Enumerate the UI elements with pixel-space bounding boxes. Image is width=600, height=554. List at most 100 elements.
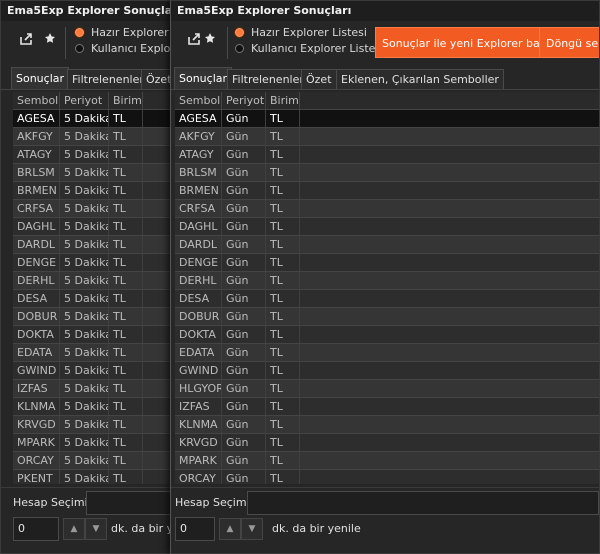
table-row[interactable]: MPARK 5 Dakika TL bbox=[13, 434, 173, 452]
tab-filtered[interactable]: Filtrelenenler bbox=[227, 69, 309, 89]
table-row[interactable]: DENGE Gün TL bbox=[175, 254, 599, 272]
table-row[interactable]: EDATA Gün TL bbox=[175, 344, 599, 362]
table-row[interactable]: IZFAS Gün TL bbox=[175, 398, 599, 416]
table-row[interactable]: PKENT 5 Dakika TL bbox=[13, 470, 173, 484]
table-row[interactable]: AKFGY Gün TL bbox=[175, 128, 599, 146]
account-select[interactable] bbox=[247, 491, 599, 515]
start-new-explorer-button[interactable]: Sonuçlar ile yeni Explorer başlat bbox=[375, 27, 567, 58]
column-header-symbol[interactable]: Sembol bbox=[175, 92, 222, 109]
table-row[interactable]: DOBUR Gün TL bbox=[175, 308, 599, 326]
radio-user-explorer[interactable]: Kullanıcı Explore bbox=[75, 42, 181, 55]
cell-period: 5 Dakika bbox=[60, 128, 109, 145]
results-grid[interactable]: Sembol Periyot Birim AGESA 5 Dakika TL AKFG… bbox=[13, 92, 173, 484]
table-row[interactable]: EDATA 5 Dakika TL bbox=[13, 344, 173, 362]
chevron-down-icon[interactable]: ▼ bbox=[85, 518, 107, 540]
grid-header: Sembol Periyot Birim bbox=[13, 92, 173, 110]
cell-unit: TL bbox=[109, 200, 143, 217]
loop-button[interactable]: Döngü sem bbox=[539, 27, 599, 58]
results-grid[interactable]: Sembol Periyot Birim AGESA Gün TL AKFGY Gün T… bbox=[175, 92, 599, 484]
table-row[interactable]: MPARK Gün TL bbox=[175, 452, 599, 470]
table-row[interactable]: DOBUR 5 Dakika TL bbox=[13, 308, 173, 326]
cell-symbol: DOKTA bbox=[13, 326, 60, 343]
tab-results[interactable]: Sonuçlar bbox=[11, 67, 70, 89]
table-row[interactable]: BRMEN Gün TL bbox=[175, 182, 599, 200]
cell-symbol: AKFGY bbox=[13, 128, 60, 145]
chevron-up-icon[interactable]: ▲ bbox=[219, 518, 241, 540]
table-row[interactable]: ORCAY Gün TL bbox=[175, 470, 599, 484]
cell-period: 5 Dakika bbox=[60, 470, 109, 484]
interval-input[interactable]: 0 bbox=[175, 517, 215, 541]
table-row[interactable]: KLNMA Gün TL bbox=[175, 416, 599, 434]
table-row[interactable]: DOKTA Gün TL bbox=[175, 326, 599, 344]
table-row[interactable]: DOKTA 5 Dakika TL bbox=[13, 326, 173, 344]
cell-symbol: MPARK bbox=[175, 452, 222, 469]
radio-ready-explorer[interactable]: Hazır Explorer Li bbox=[75, 26, 181, 39]
cell-period: Gün bbox=[222, 254, 266, 271]
window-title: Ema5Exp Explorer Sonuçları bbox=[171, 1, 599, 22]
cell-period: 5 Dakika bbox=[60, 398, 109, 415]
table-row[interactable]: ATAGY 5 Dakika TL bbox=[13, 146, 173, 164]
table-row[interactable]: KRVGD 5 Dakika TL bbox=[13, 416, 173, 434]
table-row[interactable]: DERHL 5 Dakika TL bbox=[13, 272, 173, 290]
table-row[interactable]: AGESA Gün TL bbox=[175, 110, 599, 128]
cell-period: 5 Dakika bbox=[60, 236, 109, 253]
table-row[interactable]: ATAGY Gün TL bbox=[175, 146, 599, 164]
table-row[interactable]: DAGHL 5 Dakika TL bbox=[13, 218, 173, 236]
cell-symbol: BRLSM bbox=[13, 164, 60, 181]
cell-period: Gün bbox=[222, 344, 266, 361]
column-header-period[interactable]: Periyot bbox=[60, 92, 109, 109]
export-icon[interactable] bbox=[17, 32, 35, 50]
chevron-down-icon[interactable]: ▼ bbox=[241, 518, 263, 540]
table-row[interactable]: DESA Gün TL bbox=[175, 290, 599, 308]
column-header-unit[interactable]: Birim bbox=[266, 92, 300, 109]
cell-unit: TL bbox=[266, 308, 300, 325]
tab-results[interactable]: Sonuçlar bbox=[174, 67, 233, 89]
cell-filler bbox=[143, 470, 173, 484]
table-row[interactable]: AKFGY 5 Dakika TL bbox=[13, 128, 173, 146]
table-row[interactable]: DAGHL Gün TL bbox=[175, 218, 599, 236]
cell-period: 5 Dakika bbox=[60, 218, 109, 235]
cell-symbol: DOBUR bbox=[175, 308, 222, 325]
star-pin-icon[interactable] bbox=[201, 32, 219, 50]
radio-user-explorer[interactable]: Kullanıcı Explorer Listesi bbox=[235, 42, 384, 55]
table-row[interactable]: DESA 5 Dakika TL bbox=[13, 290, 173, 308]
cell-period: 5 Dakika bbox=[60, 380, 109, 397]
table-row[interactable]: DERHL Gün TL bbox=[175, 272, 599, 290]
table-row[interactable]: BRLSM 5 Dakika TL bbox=[13, 164, 173, 182]
table-row[interactable]: DARDL Gün TL bbox=[175, 236, 599, 254]
star-pin-icon[interactable] bbox=[41, 32, 59, 50]
tab-summary[interactable]: Özet bbox=[301, 69, 337, 89]
table-row[interactable]: DARDL 5 Dakika TL bbox=[13, 236, 173, 254]
table-row[interactable]: GWIND Gün TL bbox=[175, 362, 599, 380]
cell-unit: TL bbox=[109, 218, 143, 235]
column-header-symbol[interactable]: Sembol bbox=[13, 92, 60, 109]
cell-symbol: DERHL bbox=[13, 272, 60, 289]
cell-unit: TL bbox=[109, 398, 143, 415]
cell-symbol: AGESA bbox=[13, 110, 60, 127]
table-row[interactable]: BRMEN 5 Dakika TL bbox=[13, 182, 173, 200]
table-row[interactable]: KLNMA 5 Dakika TL bbox=[13, 398, 173, 416]
cell-symbol: AKFGY bbox=[175, 128, 222, 145]
table-row[interactable]: GWIND 5 Dakika TL bbox=[13, 362, 173, 380]
tab-added-removed[interactable]: Eklenen, Çıkarılan Semboller bbox=[336, 69, 504, 89]
radio-ready-explorer[interactable]: Hazır Explorer Listesi bbox=[235, 26, 367, 39]
cell-filler bbox=[143, 308, 173, 325]
table-row[interactable]: CRFSA 5 Dakika TL bbox=[13, 200, 173, 218]
interval-input[interactable]: 0 bbox=[13, 517, 59, 541]
column-header-period[interactable]: Periyot bbox=[222, 92, 266, 109]
table-row[interactable]: AGESA 5 Dakika TL bbox=[13, 110, 173, 128]
tab-filtered[interactable]: Filtrelenenler bbox=[67, 69, 149, 89]
table-row[interactable]: KRVGD Gün TL bbox=[175, 434, 599, 452]
table-row[interactable]: CRFSA Gün TL bbox=[175, 200, 599, 218]
refresh-bar: 0 ▲ ▼ dk. da bir yenile bbox=[171, 517, 599, 553]
cell-symbol: GWIND bbox=[13, 362, 60, 379]
table-row[interactable]: BRLSM Gün TL bbox=[175, 164, 599, 182]
cell-period: Gün bbox=[222, 308, 266, 325]
table-row[interactable]: ORCAY 5 Dakika TL bbox=[13, 452, 173, 470]
table-row[interactable]: DENGE 5 Dakika TL bbox=[13, 254, 173, 272]
chevron-up-icon[interactable]: ▲ bbox=[63, 518, 85, 540]
table-row[interactable]: HLGYOR Gün TL bbox=[175, 380, 599, 398]
cell-filler bbox=[300, 236, 599, 253]
table-row[interactable]: IZFAS 5 Dakika TL bbox=[13, 380, 173, 398]
column-header-unit[interactable]: Birim bbox=[109, 92, 143, 109]
